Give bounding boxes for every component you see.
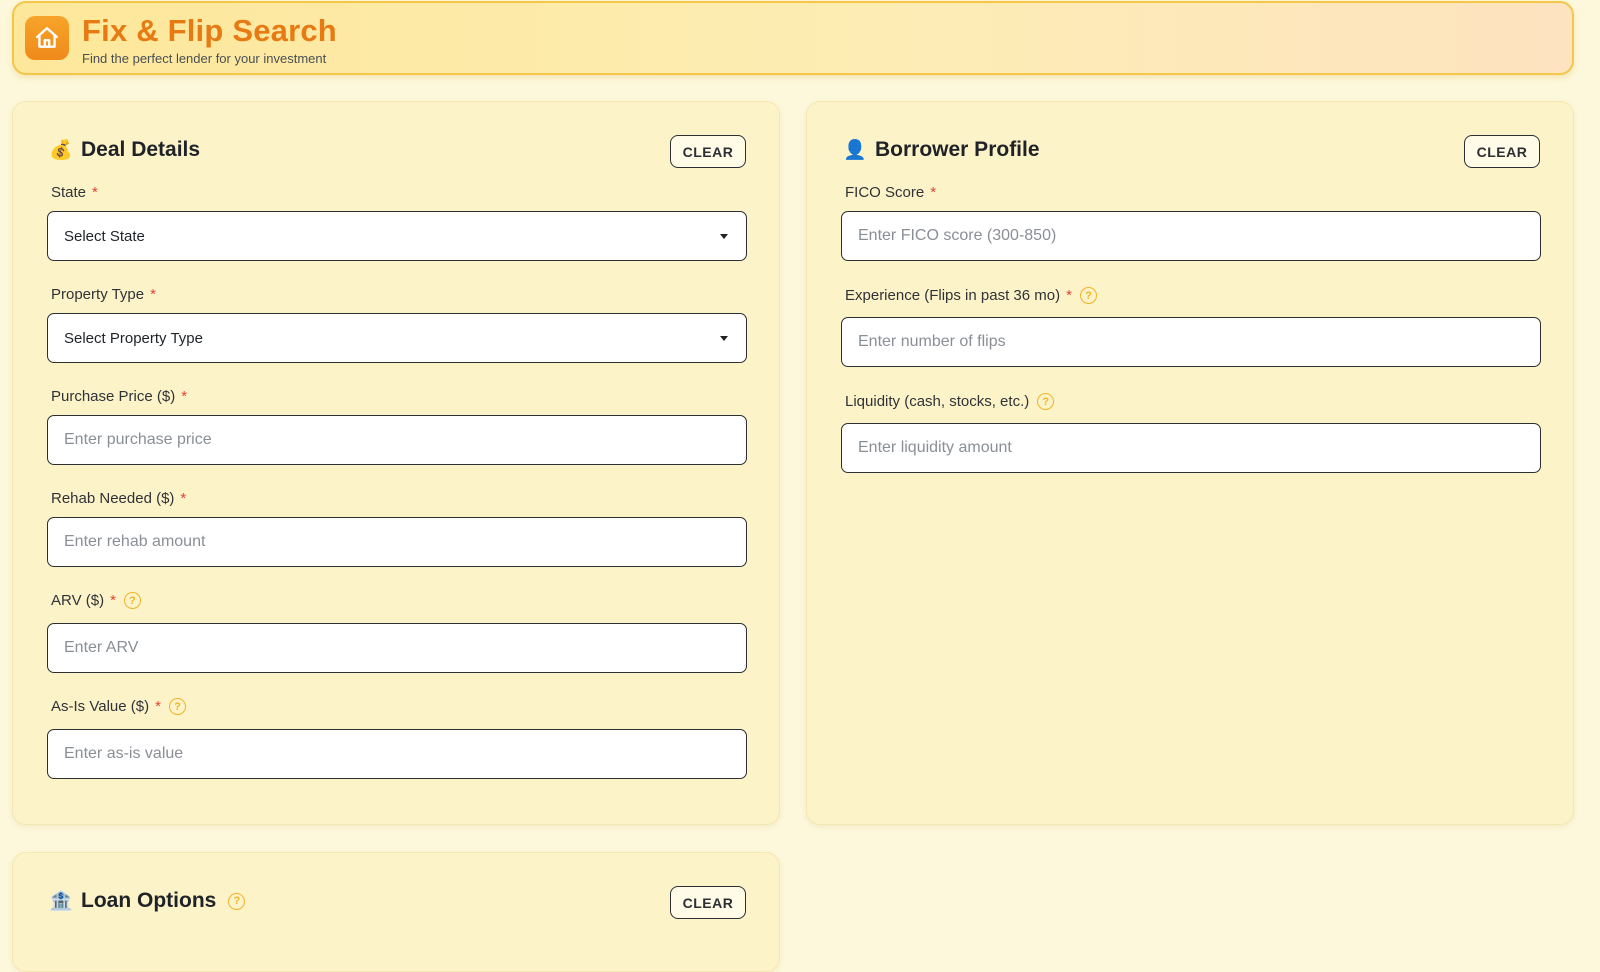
experience-input[interactable] — [841, 317, 1541, 367]
help-icon[interactable]: ? — [1079, 287, 1097, 304]
fico-input[interactable] — [841, 211, 1541, 261]
state-label-text: State — [51, 184, 87, 201]
help-icon[interactable]: ? — [123, 592, 141, 609]
app-title: Fix & Flip Search — [82, 13, 337, 48]
deal-details-title: 💰 Deal Details — [49, 138, 200, 162]
state-select[interactable]: Select State — [47, 211, 747, 261]
as-is-value-label: As-Is Value ($) * ? — [51, 698, 186, 715]
help-icon[interactable]: ? — [228, 892, 246, 910]
money-bag-icon: 💰 — [49, 140, 73, 161]
experience-label-text: Experience (Flips in past 36 mo) — [845, 287, 1061, 304]
loan-options-title: 🏦 Loan Options ? — [49, 889, 246, 913]
purchase-price-input[interactable] — [47, 415, 747, 465]
required-marker: * — [930, 184, 937, 201]
required-marker: * — [180, 490, 187, 507]
chevron-down-icon — [720, 233, 728, 239]
liquidity-label-text: Liquidity (cash, stocks, etc.) — [845, 393, 1030, 410]
property-type-select[interactable]: Select Property Type — [47, 313, 747, 363]
required-marker: * — [155, 698, 161, 715]
app-header: Fix & Flip Search Find the perfect lende… — [12, 1, 1574, 75]
help-icon[interactable]: ? — [168, 698, 186, 715]
borrower-profile-card: 👤 Borrower Profile CLEAR FICO Score * Ex… — [806, 101, 1574, 825]
arv-input[interactable] — [47, 623, 747, 673]
borrower-profile-heading: Borrower Profile — [875, 138, 1040, 161]
arv-label: ARV ($) * ? — [51, 592, 141, 609]
fico-label-text: FICO Score — [845, 184, 925, 201]
state-select-value: Select State — [64, 227, 145, 245]
borrower-profile-title: 👤 Borrower Profile — [843, 138, 1040, 162]
app-subtitle: Find the perfect lender for your investm… — [82, 51, 327, 66]
required-marker: * — [181, 388, 188, 405]
liquidity-label: Liquidity (cash, stocks, etc.) ? — [845, 393, 1055, 410]
liquidity-input[interactable] — [841, 423, 1541, 473]
user-icon: 👤 — [843, 140, 867, 161]
fico-label: FICO Score * — [845, 184, 936, 201]
rehab-input[interactable] — [47, 517, 747, 567]
borrower-clear-button[interactable]: CLEAR — [1464, 135, 1540, 168]
required-marker: * — [92, 184, 98, 201]
property-type-label-text: Property Type — [51, 286, 145, 303]
help-icon[interactable]: ? — [1037, 393, 1055, 410]
chevron-down-icon — [720, 335, 728, 341]
rehab-label: Rehab Needed ($) * — [51, 490, 186, 507]
property-type-label: Property Type * — [51, 286, 156, 303]
rehab-label-text: Rehab Needed ($) — [51, 490, 175, 507]
purchase-price-label: Purchase Price ($) * — [51, 388, 187, 405]
required-marker: * — [150, 286, 156, 303]
loan-options-heading: Loan Options — [81, 889, 217, 912]
arv-label-text: ARV ($) — [51, 592, 105, 609]
loan-clear-button[interactable]: CLEAR — [670, 886, 746, 919]
deal-clear-button[interactable]: CLEAR — [670, 135, 746, 168]
as-is-value-label-text: As-Is Value ($) — [51, 698, 150, 715]
deal-details-card: 💰 Deal Details CLEAR State * Select Stat… — [12, 101, 780, 825]
loan-options-card: 🏦 Loan Options ? CLEAR — [12, 852, 780, 972]
home-icon — [25, 16, 69, 60]
required-marker: * — [1066, 287, 1072, 304]
state-label: State * — [51, 184, 98, 201]
bank-icon: 🏦 — [49, 891, 73, 912]
deal-details-heading: Deal Details — [81, 138, 201, 161]
experience-label: Experience (Flips in past 36 mo) * ? — [845, 287, 1097, 304]
as-is-value-input[interactable] — [47, 729, 747, 779]
purchase-price-label-text: Purchase Price ($) — [51, 388, 176, 405]
property-type-select-value: Select Property Type — [64, 329, 203, 347]
required-marker: * — [110, 592, 116, 609]
